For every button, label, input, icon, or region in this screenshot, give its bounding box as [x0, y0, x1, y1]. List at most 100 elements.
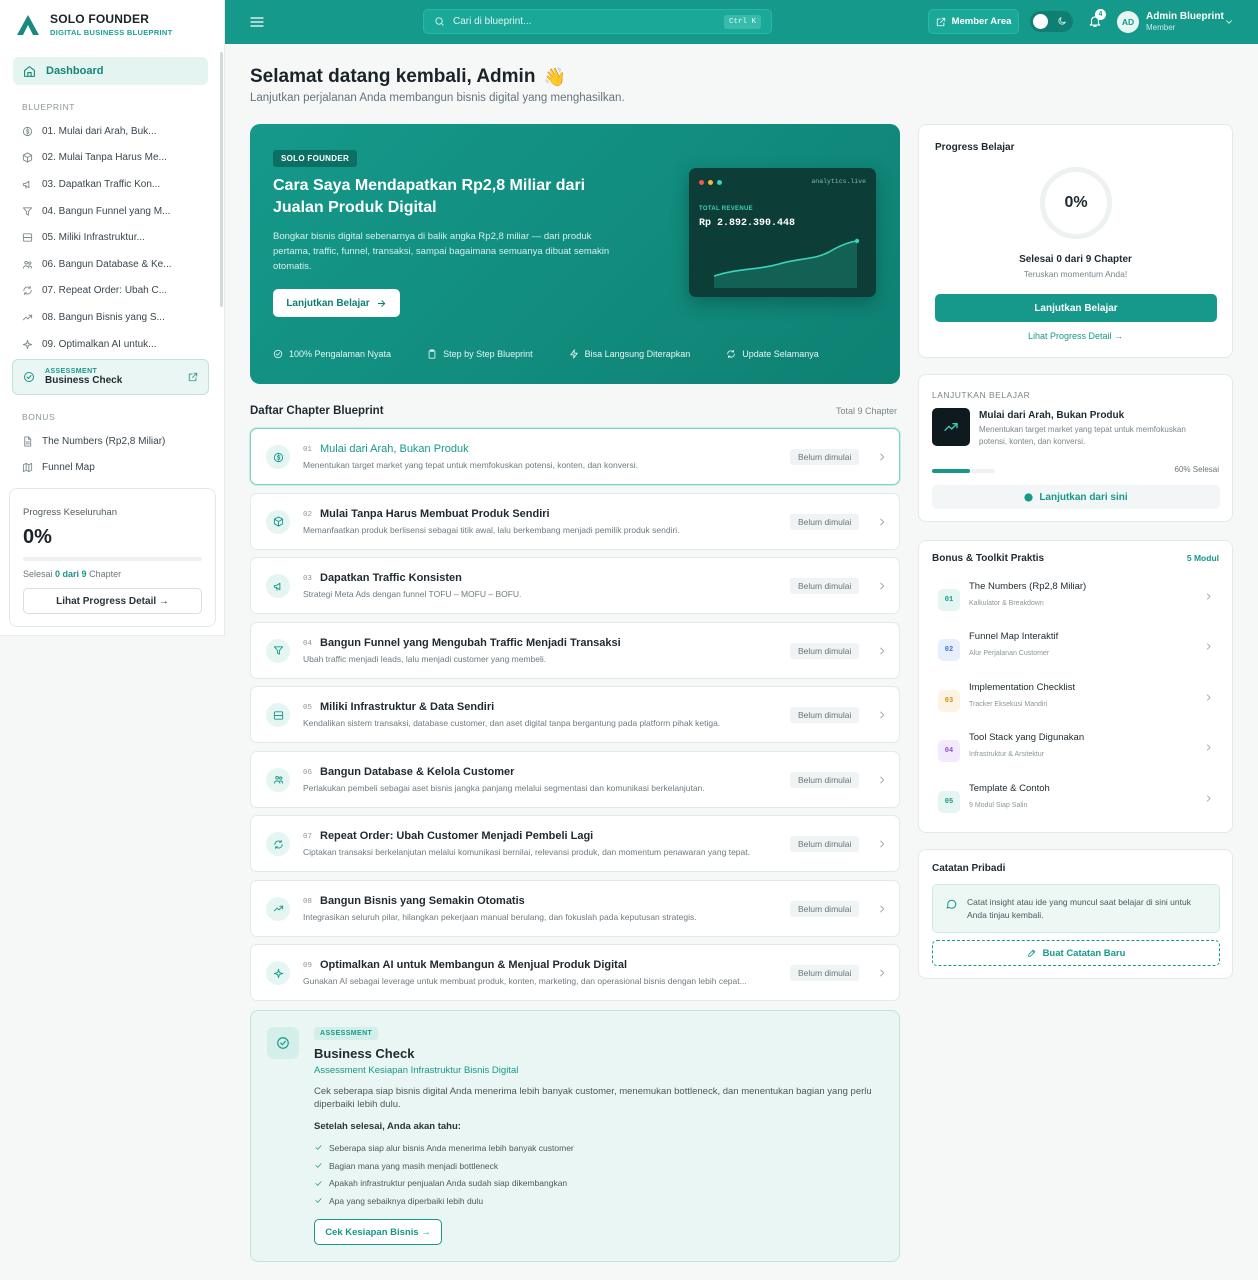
sidebar-item-the-numbers[interactable]: The Numbers (Rp2,8 Miliar) — [22, 428, 212, 455]
chapter-list-title: Daftar Chapter Blueprint — [250, 405, 384, 417]
chapter-description: Menentukan target market yang tepat untu… — [303, 460, 638, 470]
list-item: Bagian mana yang masih menjadi bottlenec… — [314, 1157, 574, 1175]
chapter-title: Optimalkan AI untuk Membangun & Menjual … — [320, 959, 628, 971]
learning-progress-card: Progress Belajar 0% Selesai 0 dari 9 Cha… — [918, 124, 1233, 358]
avatar[interactable]: AD — [1117, 11, 1139, 33]
edit-icon — [1027, 948, 1037, 958]
check-icon — [314, 1196, 323, 1205]
bonus-item-03[interactable]: 03 Implementation Checklist Tracker Ekse… — [932, 682, 1220, 726]
continue-learning-button[interactable]: Lanjutkan Belajar — [935, 294, 1217, 322]
lightning-icon — [569, 349, 579, 359]
hero-badge: SOLO FOUNDER — [273, 150, 358, 167]
bonus-item-02[interactable]: 02 Funnel Map Interaktif Alur Perjalanan… — [932, 631, 1220, 675]
sidebar-item-business-check[interactable]: ASSESSMENT Business Check — [12, 359, 209, 395]
search-shortcut: Ctrl K — [723, 14, 761, 29]
bonus-number: 04 — [938, 740, 960, 762]
check-circle-icon — [273, 349, 283, 359]
sidebar-item-label: 01. Mulai dari Arah, Buk... — [42, 125, 157, 137]
bonus-number: 01 — [938, 589, 960, 611]
chapter-thumbnail — [932, 408, 970, 446]
chapter-title: Bangun Database & Kelola Customer — [320, 765, 515, 778]
chevron-down-icon[interactable] — [1224, 17, 1234, 27]
search-input[interactable]: Cari di blueprint... Ctrl K — [423, 9, 772, 34]
chevron-right-icon — [877, 839, 887, 849]
megaphone-icon — [22, 179, 33, 190]
brand[interactable]: SOLO FOUNDER DIGITAL BUSINESS BLUEPRINT — [16, 12, 173, 37]
button-label: Buat Catatan Baru — [1042, 947, 1126, 959]
bonus-card-title: Bonus & Toolkit Praktis — [932, 553, 1045, 564]
sidebar-item-label: 05. Miliki Infrastruktur... — [42, 232, 145, 244]
sidebar-item-chapter-04[interactable]: 04. Bangun Funnel yang M... — [22, 198, 212, 225]
chapter-card-02[interactable]: 02 Mulai Tanpa Harus Membuat Produk Send… — [250, 492, 900, 550]
chapter-icon — [266, 445, 290, 469]
sidebar-item-chapter-03[interactable]: 03. Dapatkan Traffic Kon... — [22, 171, 212, 198]
sidebar-item-chapter-05[interactable]: 05. Miliki Infrastruktur... — [22, 224, 212, 251]
sidebar-item-chapter-09[interactable]: 09. Optimalkan AI untuk... — [22, 331, 212, 358]
clipboard-icon — [427, 349, 437, 359]
blueprint-section-label: BLUEPRINT — [22, 102, 76, 112]
sidebar-item-dashboard[interactable]: Dashboard — [13, 57, 208, 85]
bonus-title: The Numbers (Rp2,8 Miliar) — [969, 581, 1087, 592]
chapter-icon — [266, 574, 290, 598]
view-progress-detail-button[interactable]: Lihat Progress Detail → — [23, 588, 202, 614]
bonus-subtitle: Alur Perjalanan Customer — [969, 650, 1050, 657]
view-progress-detail-link[interactable]: Lihat Progress Detail → — [919, 331, 1232, 341]
list-item: Apakah infrastruktur penjualan Anda suda… — [314, 1174, 574, 1192]
check-readiness-button[interactable]: Cek Kesiapan Bisnis → — [314, 1219, 442, 1245]
refresh-icon — [726, 349, 736, 359]
chevron-right-icon — [1204, 642, 1213, 651]
menu-icon[interactable] — [249, 14, 265, 30]
chevron-right-icon — [877, 968, 887, 978]
sidebar-item-label: 04. Bangun Funnel yang M... — [42, 205, 171, 217]
sidebar-item-label: Funnel Map — [42, 462, 95, 474]
chapter-card-07[interactable]: 07 Repeat Order: Ubah Customer Menjadi P… — [250, 815, 900, 872]
chapter-card-04[interactable]: 04 Bangun Funnel yang Mengubah Traffic M… — [250, 621, 900, 679]
overall-progress-percent: 0% — [23, 526, 52, 548]
chapter-number: 05 — [303, 704, 313, 712]
continue-learning-button[interactable]: Lanjutkan Belajar — [273, 289, 400, 317]
sidebar-item-funnel-map[interactable]: Funnel Map — [22, 455, 212, 482]
sidebar-item-chapter-06[interactable]: 06. Bangun Database & Ke... — [22, 251, 212, 278]
user-name[interactable]: Admin Blueprint — [1146, 11, 1224, 22]
sidebar-item-chapter-08[interactable]: 08. Bangun Bisnis yang S... — [22, 304, 212, 331]
chapter-number: 08 — [303, 897, 313, 906]
wave-emoji: 👋 — [543, 66, 566, 87]
blueprint-nav-list: 01. Mulai dari Arah, Buk... 02. Mulai Ta… — [22, 118, 212, 357]
bonus-nav-list: The Numbers (Rp2,8 Miliar) Funnel Map — [22, 428, 212, 481]
megaphone-icon — [273, 581, 284, 592]
hero-title: Cara Saya Mendapatkan Rp2,8 Miliar dari … — [273, 177, 586, 216]
chapter-card-08[interactable]: 08 Bangun Bisnis yang Semakin Otomatis I… — [250, 879, 900, 937]
sidebar-item-chapter-01[interactable]: 01. Mulai dari Arah, Buk... — [22, 118, 212, 145]
refresh-icon — [273, 839, 284, 850]
feature-item: Update Selamanya — [726, 349, 819, 359]
chevron-right-icon — [877, 904, 887, 914]
bonus-item-05[interactable]: 05 Template & Contoh 9 Modul Siap Salin — [932, 783, 1220, 827]
theme-toggle[interactable] — [1030, 11, 1073, 32]
chapter-list: 01 Mulai dari Arah, Bukan Produk Menentu… — [250, 428, 900, 1009]
status-badge: Belum dimulai — [790, 900, 860, 917]
sidebar-scrollbar[interactable] — [220, 52, 223, 307]
business-check-card: ASSESSMENT Business Check Assessment Kes… — [250, 1010, 900, 1262]
chapter-card-01[interactable]: 01 Mulai dari Arah, Bukan Produk Menentu… — [250, 428, 900, 485]
chapter-description: Ciptakan transaksi berkelanjutan melalui… — [303, 847, 750, 857]
dollar-circle-icon — [273, 452, 284, 463]
chapter-card-03[interactable]: 03 Dapatkan Traffic Konsisten Strategi M… — [250, 557, 900, 614]
create-note-button[interactable]: Buat Catatan Baru — [932, 940, 1220, 966]
continue-from-here-button[interactable]: Lanjutkan dari sini — [932, 485, 1220, 509]
chapter-card-06[interactable]: 06 Bangun Database & Kelola Customer Per… — [250, 750, 900, 808]
chapter-card-09[interactable]: 09 Optimalkan AI untuk Membangun & Menju… — [250, 944, 900, 1001]
chevron-right-icon — [1204, 693, 1213, 702]
chat-bubble-icon — [945, 898, 957, 910]
sidebar-item-chapter-02[interactable]: 02. Mulai Tanpa Harus Me... — [22, 145, 212, 172]
member-area-button[interactable]: Member Area — [928, 9, 1019, 34]
bonus-title: Tool Stack yang Digunakan — [969, 732, 1085, 743]
sidebar-item-chapter-07[interactable]: 07. Repeat Order: Ubah C... — [22, 278, 212, 305]
bonus-item-01[interactable]: 01 The Numbers (Rp2,8 Miliar) Kalkulator… — [932, 581, 1220, 625]
chapter-card-05[interactable]: 05 Miliki Infrastruktur & Data Sendiri K… — [250, 686, 900, 743]
chapter-number: 02 — [303, 510, 313, 519]
bonus-item-04[interactable]: 04 Tool Stack yang Digunakan Infrastrukt… — [932, 732, 1220, 776]
notes-hint-text: Catat insight atau ide yang muncul saat … — [967, 897, 1191, 920]
welcome-title: Selamat datang kembali, Admin — [250, 66, 536, 87]
continue-learning-card: LANJUTKAN BELAJAR Mulai dari Arah, Bukan… — [918, 374, 1233, 522]
check-icon — [314, 1161, 323, 1170]
